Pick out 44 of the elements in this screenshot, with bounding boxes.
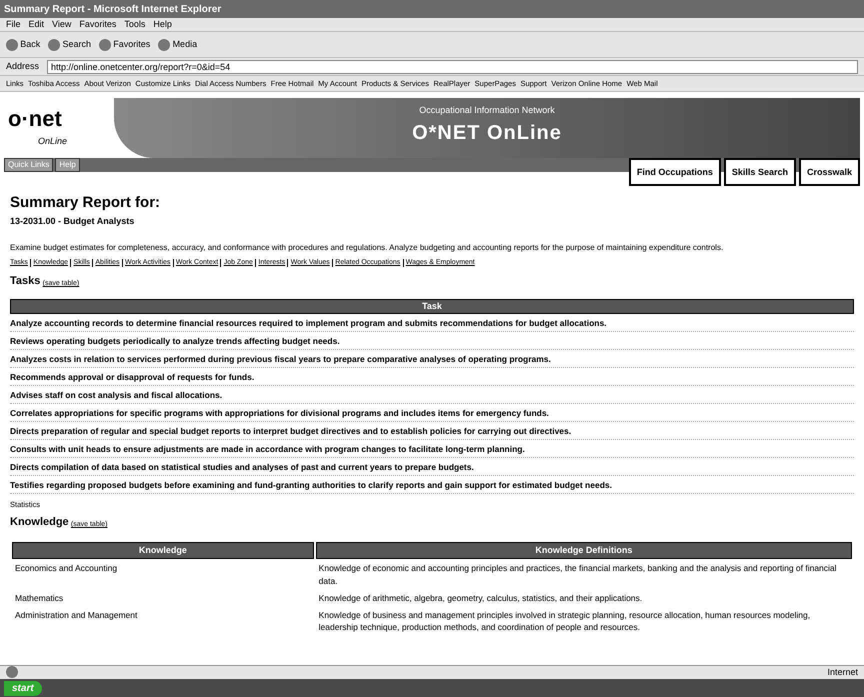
table-cell: Correlates appropriations for specific programs with appropriations for divisional programs and includes items for emergency funds. [10,404,854,422]
toolbar-button[interactable]: Search [48,38,92,52]
column-header: Knowledge Definitions [316,542,852,560]
table-cell: Recommends approval or disapproval of requests for funds. [10,368,854,386]
menu-item[interactable]: View [52,18,72,31]
window-title: Summary Report - Microsoft Internet Explorer [0,0,864,18]
address-label: Address [6,60,40,73]
menu-item[interactable]: Tools [124,18,146,31]
table-cell-text: Knowledge of business and management principles involved in strategic planning, resource allocation, human resources modeling, leadership technique, production methods, and coordination of people and resources. [318,608,812,634]
table-cell: Analyze accounting records to determine financial resources required to implement program and submits recommendations for budget allocations. [10,314,854,332]
nav-button[interactable]: Skills Search [724,158,796,186]
banner-title: O*NET OnLine [411,120,563,146]
table-cell-text: Economics and Accounting [14,562,118,576]
table-cell: Consults with unit heads to ensure adjustments are made in accordance with program changes to facilitate long-term planning. [10,440,854,458]
description: Examine budget estimates for completeness, accuracy, and conformance with procedures and regulations. Analyze budgeting and accounting reports for the purpose of maintaining expenditure controls. [10,242,724,254]
menu-item[interactable]: Favorites [79,18,116,31]
toolbar-button[interactable]: Favorites [99,38,150,52]
occupation-title: 13-2031.00 - Budget Analysts [10,214,136,228]
section-title: Tasks [10,274,40,289]
table-cell-text: Knowledge of arithmetic, algebra, geometry, calculus, statistics, and their applications. [318,592,644,605]
menu-item[interactable]: Edit [28,18,44,31]
nav-button[interactable]: Crosswalk [798,158,860,186]
table-cell: Analyzes costs in relation to services performed during previous fiscal years to prepare comparative analyses of operating programs. [10,350,854,368]
logo: o·net OnLine [7,105,68,148]
table-cell: Reviews operating budgets periodically to analyze trends affecting budget needs. [10,332,854,350]
column-header: Knowledge [12,542,314,560]
table-cell: Directs preparation of regular and special budget reports to interpret budget directives and to establish policies for carrying out directives. [10,422,854,440]
banner-tagline: Occupational Information Network [418,104,556,117]
column-header: Task [10,298,854,314]
table-cell: Advises staff on cost analysis and fiscal allocations. [10,386,854,404]
table-cell-text: Mathematics [14,592,64,605]
address-field[interactable]: http://online.onetcenter.org/report?r=0&id=54 [47,60,858,74]
table-cell: Testifies regarding proposed budgets before examining and fund-granting authorities to clarify reports and gain support for estimated budget needs. [10,476,854,494]
table-cell-text: Administration and Management [14,608,138,622]
table-cell-text: Knowledge of economic and accounting principles and practices, the financial markets, banking and the analysis and reporting of financial data. [318,562,838,588]
status-zone: Internet [827,666,858,679]
report-heading: Summary Report for: [10,193,162,213]
menu-item[interactable]: File [6,18,21,31]
table-cell: Directs compilation of data based on statistical studies and analyses of past and current years to prepare budgets. [10,458,854,476]
toolbar-button[interactable]: Back [6,38,40,52]
toolbar-button[interactable]: Media [158,38,198,52]
section-title: Knowledge [10,515,69,530]
nav-button[interactable]: Find Occupations [628,158,721,186]
menu-item[interactable]: Help [153,18,172,31]
